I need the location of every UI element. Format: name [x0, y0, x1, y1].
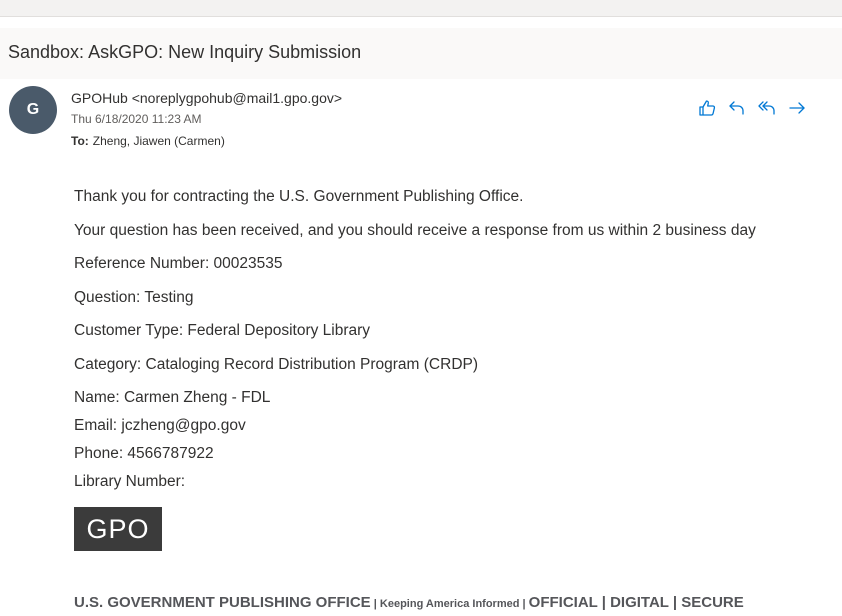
sender-avatar[interactable]: G [9, 86, 57, 134]
body-line-category: Category: Cataloging Record Distribution… [74, 356, 479, 373]
email-subject: Sandbox: AskGPO: New Inquiry Submission [8, 42, 362, 62]
to-label: To: [71, 134, 89, 148]
forward-icon [789, 102, 805, 114]
body-line-reference: Reference Number: 00023535 [74, 255, 283, 272]
reply-all-button[interactable] [752, 96, 782, 120]
top-strip [0, 0, 842, 17]
body-line-name: Name: Carmen Zheng - FDL [74, 389, 271, 406]
footer-separator: | [519, 598, 529, 610]
message-actions [692, 96, 812, 120]
footer-tagline: Keeping America Informed [379, 598, 520, 610]
footer-values: OFFICIAL | DIGITAL | SECURE [528, 594, 744, 611]
footer-org: U.S. GOVERNMENT PUBLISHING OFFICE [74, 594, 371, 611]
email-datetime: Thu 6/18/2020 11:23 AM [71, 112, 202, 126]
body-line-customer-type: Customer Type: Federal Depository Librar… [74, 322, 371, 339]
body-line-thanks: Thank you for contracting the U.S. Gover… [74, 188, 524, 205]
reply-button[interactable] [722, 96, 752, 120]
email-footer: U.S. GOVERNMENT PUBLISHING OFFICE | Keep… [74, 594, 744, 612]
like-button[interactable] [692, 96, 722, 120]
body-line-library-number: Library Number: [74, 473, 186, 490]
recipient-line: To: Zheng, Jiawen (Carmen) [71, 134, 225, 148]
footer-separator: | [370, 598, 380, 610]
reply-icon [729, 101, 744, 115]
thumbs-up-icon [699, 100, 716, 116]
subject-bar: Sandbox: AskGPO: New Inquiry Submission [0, 28, 842, 79]
gpo-logo: GPO [74, 507, 162, 551]
recipient-name[interactable]: Zheng, Jiawen (Carmen) [93, 134, 225, 148]
reply-all-icon [758, 101, 775, 115]
body-line-received: Your question has been received, and you… [74, 222, 756, 239]
body-line-phone: Phone: 4566787922 [74, 445, 214, 462]
body-line-question: Question: Testing [74, 289, 194, 306]
forward-button[interactable] [782, 96, 812, 120]
body-line-email: Email: jczheng@gpo.gov [74, 417, 246, 434]
sender-name[interactable]: GPOHub <noreplygpohub@mail1.gpo.gov> [71, 90, 342, 106]
